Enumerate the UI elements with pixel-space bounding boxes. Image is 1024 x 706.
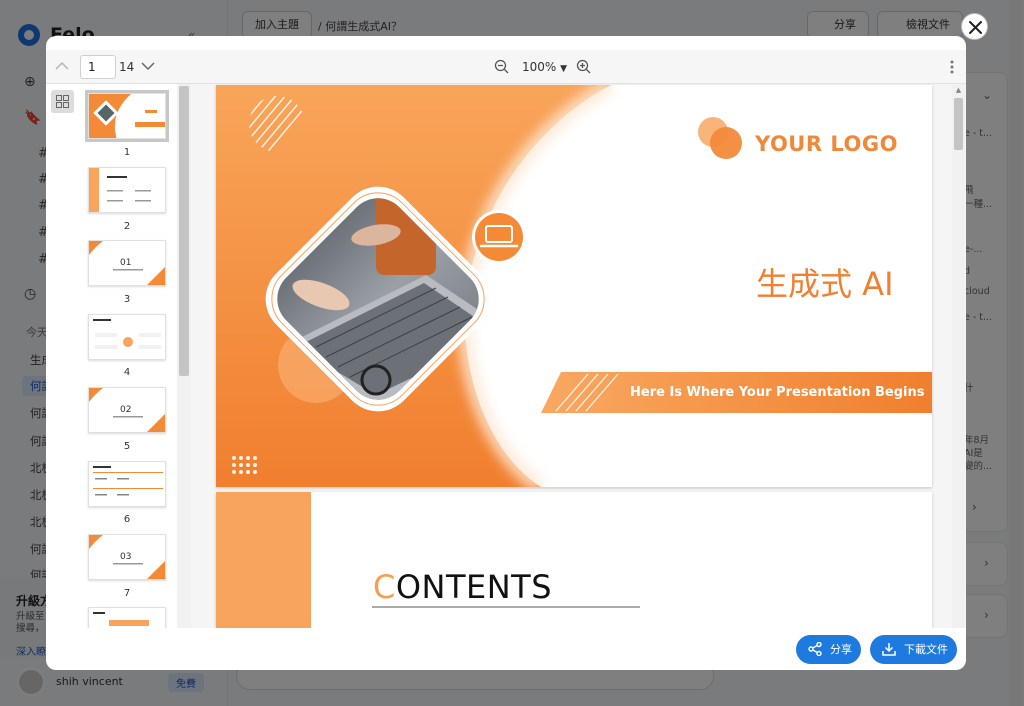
thumbnail-page-7[interactable]: 03	[88, 534, 166, 580]
slide-ribbon-text: Here Is Where Your Presentation Begins	[630, 385, 925, 400]
slide-2-artwork	[216, 492, 640, 628]
share-button[interactable]: 分享	[796, 635, 861, 664]
thumbnail-preview: 01	[89, 241, 165, 285]
thumbnail-page-3[interactable]: 01	[88, 240, 166, 286]
thumbnail-preview	[89, 462, 165, 506]
thumbnail-page-4[interactable]	[88, 314, 166, 360]
thumbnail-scrollbar[interactable]	[179, 86, 189, 376]
viewer-scroll-track[interactable]	[952, 84, 965, 628]
slide-logo-text: YOUR LOGO	[755, 132, 898, 156]
chevron-down-icon[interactable]	[141, 62, 155, 71]
zoom-level-dropdown[interactable]: 100% ▼	[522, 60, 567, 74]
svg-text:03: 03	[120, 552, 131, 562]
thumbnail-preview	[89, 608, 165, 628]
zoom-out-icon[interactable]	[494, 59, 509, 74]
thumbnail-number: 1	[123, 147, 131, 158]
document-viewer[interactable]: YOUR LOGO 生成式 AI Here Is Where Your Pres…	[191, 84, 966, 628]
share-icon	[808, 642, 822, 656]
page-total: 14	[119, 60, 135, 74]
document-preview-modal: 14 100% ▼	[46, 36, 966, 670]
thumbnail-preview: 02	[89, 388, 165, 432]
contents-heading: CONTENTS	[373, 568, 553, 606]
thumbnail-toggle-button[interactable]	[51, 90, 74, 113]
close-button[interactable]	[961, 13, 988, 40]
svg-text:02: 02	[120, 405, 131, 415]
thumbnail-page-6[interactable]	[88, 461, 166, 507]
scroll-up-arrow-icon[interactable]: ▲	[954, 86, 963, 94]
close-icon	[969, 21, 982, 34]
thumbnail-panel: 1 2 01 3 4 02 5 6 03 7	[79, 84, 191, 628]
more-options-icon[interactable]	[949, 60, 955, 74]
thumbnail-preview	[89, 168, 165, 212]
thumbnail-number: 6	[123, 514, 131, 525]
logo-icon	[698, 117, 742, 159]
thumbnail-number: 2	[123, 221, 131, 232]
thumbnail-preview	[89, 315, 165, 359]
thumbnail-page-2[interactable]	[88, 167, 166, 213]
thumbnail-preview	[89, 94, 165, 138]
viewer-toolbar: 14 100% ▼	[46, 50, 966, 84]
grid-icon	[56, 95, 69, 108]
thumbnail-page-5[interactable]: 02	[88, 387, 166, 433]
thumbnail-number: 4	[123, 367, 131, 378]
caret-down-icon: ▼	[560, 64, 568, 74]
download-button[interactable]: 下載文件	[870, 635, 957, 664]
zoom-in-icon[interactable]	[576, 59, 591, 74]
download-icon	[882, 643, 896, 656]
thumbnail-number: 7	[123, 588, 131, 599]
viewer-scrollbar[interactable]	[954, 98, 963, 150]
thumbnail-number: 5	[123, 441, 131, 452]
slide-title: 生成式 AI	[756, 265, 894, 303]
slide-page-1: YOUR LOGO 生成式 AI Here Is Where Your Pres…	[216, 85, 932, 487]
page-number-input[interactable]	[80, 55, 116, 79]
svg-text:01: 01	[120, 258, 131, 268]
thumbnail-page-8[interactable]	[88, 607, 166, 628]
thumbnail-number: 3	[123, 294, 131, 305]
thumbnail-preview: 03	[89, 535, 165, 579]
slide-page-2: CONTENTS	[216, 492, 932, 628]
chevron-up-icon[interactable]	[55, 61, 69, 70]
thumbnail-page-1[interactable]	[85, 90, 169, 142]
